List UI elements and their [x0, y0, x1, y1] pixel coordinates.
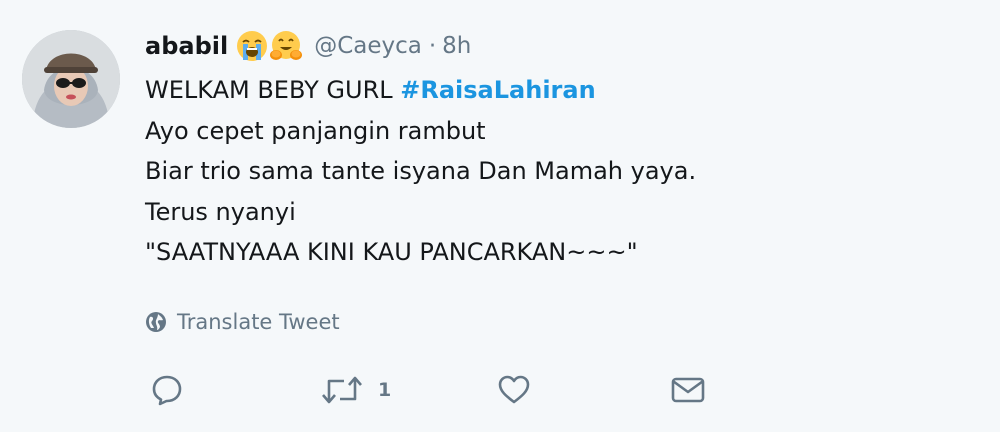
display-name[interactable]: ababil: [145, 32, 228, 60]
retweet-icon: [322, 376, 362, 404]
tweet-line: Ayo cepet panjangin rambut: [145, 116, 486, 145]
header-separator: ·: [428, 33, 437, 59]
globe-icon: [146, 312, 166, 332]
tweet-timestamp[interactable]: 8h: [442, 33, 471, 59]
retweet-button[interactable]: 1: [320, 370, 391, 410]
user-handle[interactable]: @Caeyca: [314, 33, 422, 59]
reply-button[interactable]: [150, 370, 198, 410]
direct-message-button[interactable]: [670, 370, 706, 410]
hugging-face-emoji-icon: [270, 30, 303, 62]
tweet-line-text: WELKAM BEBY GURL: [145, 76, 401, 104]
tweet-line: "SAATNYAAA KINI KAU PANCARKAN~~~": [145, 238, 638, 266]
loudly-crying-face-emoji-icon: [236, 30, 268, 62]
hashtag-link[interactable]: #RaisaLahiran: [400, 76, 595, 104]
tweet-line: Biar trio sama tante isyana Dan Mamah ya…: [145, 157, 697, 185]
tweet-actions: 1: [145, 370, 745, 410]
heart-icon: [498, 375, 530, 404]
translate-label: Translate Tweet: [177, 310, 340, 334]
reply-icon: [152, 375, 182, 406]
tweet-text: WELKAM BEBY GURL #RaisaLahiran Ayo cepet…: [145, 70, 965, 273]
envelope-icon: [671, 377, 705, 403]
translate-tweet-link[interactable]: Translate Tweet: [145, 306, 340, 338]
tweet-line: WELKAM BEBY GURL #RaisaLahiran: [145, 70, 965, 111]
tweet-line: Terus nyanyi: [145, 197, 296, 226]
tweet-card[interactable]: ababil @Caeyca · 8h WELKAM BEBY GURL #Ra…: [0, 0, 1000, 432]
tweet-header: ababil @Caeyca · 8h: [145, 26, 471, 66]
avatar[interactable]: [22, 30, 120, 128]
retweet-count: 1: [378, 379, 392, 401]
like-button[interactable]: [497, 370, 545, 410]
